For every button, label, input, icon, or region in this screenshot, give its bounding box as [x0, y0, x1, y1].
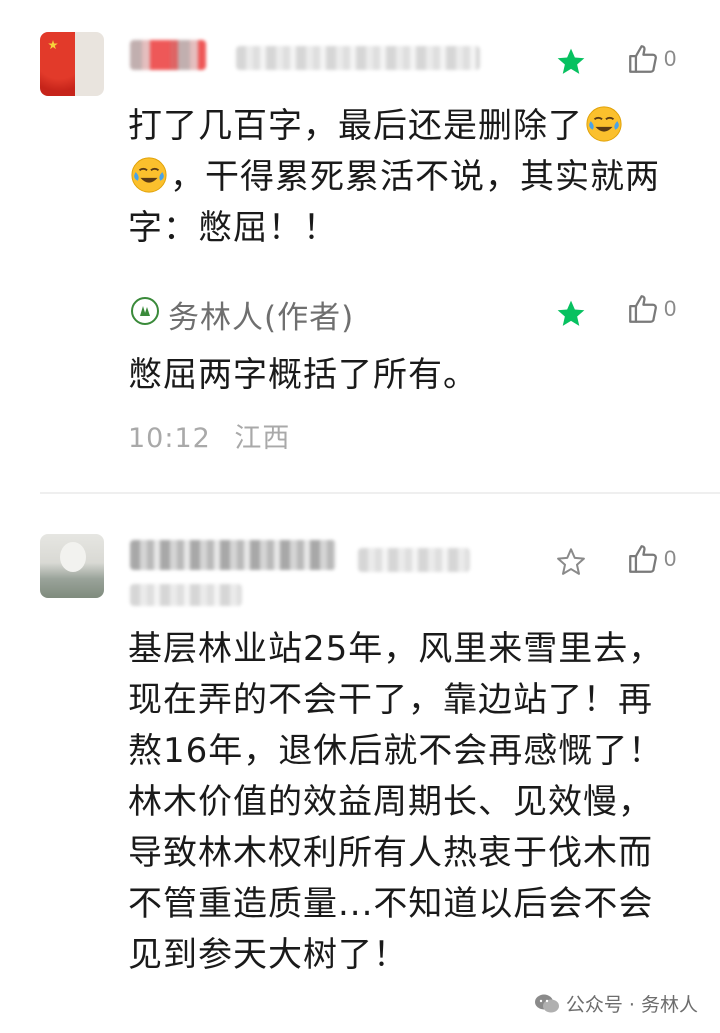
comment-2: 0 基层林业站25年，风里来雪里去，现在弄的不会干了，靠边站了！再熬16年，退休…	[0, 500, 720, 1033]
star-outline-icon	[557, 548, 585, 575]
reply-favorite-button[interactable]	[554, 298, 588, 330]
like-count: 0	[664, 546, 677, 571]
comment-text: 基层林业站25年，风里来雪里去，现在弄的不会干了，靠边站了！再熬16年，退休后就…	[128, 629, 664, 975]
thumbs-up-icon	[629, 295, 657, 323]
like-button[interactable]: 0	[626, 42, 676, 76]
comment-1: 0 打了几百字，最后还是删除了 ，干得累死累活不说，其实就两字：憋屈！！ 务林人(…	[0, 0, 720, 490]
username-blurred[interactable]	[130, 540, 336, 570]
face-with-tears-of-joy-icon	[586, 106, 622, 142]
avatar[interactable]	[40, 32, 104, 96]
author-logo-icon	[131, 297, 159, 325]
comment-text: 打了几百字，最后还是删除了 ，干得累死累活不说，其实就两字：憋屈！！	[128, 106, 660, 248]
divider	[40, 492, 720, 494]
like-button[interactable]: 0	[626, 542, 676, 576]
star-filled-icon	[557, 300, 585, 326]
watermark-text: 公众号 · 务林人	[565, 994, 698, 1016]
favorite-button[interactable]	[554, 46, 588, 78]
reply-text: 憋屈两字概括了所有。	[128, 355, 478, 395]
like-count: 0	[664, 296, 677, 321]
username-blurred[interactable]	[130, 40, 206, 70]
reply-author[interactable]: 务林人(作者)	[168, 292, 354, 337]
thumbs-up-icon	[629, 45, 657, 73]
user-meta-blurred	[130, 584, 242, 606]
comment-meta: 10:12 江西	[128, 416, 290, 455]
comment-location: 江西	[234, 423, 291, 454]
face-with-tears-of-joy-icon	[131, 157, 167, 193]
reply-like-button[interactable]: 0	[626, 292, 676, 326]
user-meta-blurred	[236, 46, 480, 70]
star-filled-icon	[557, 48, 585, 74]
like-count: 0	[664, 46, 677, 71]
wechat-icon	[534, 994, 559, 1012]
thumbs-up-icon	[629, 545, 657, 573]
avatar[interactable]	[40, 534, 104, 598]
watermark: 公众号 · 务林人	[534, 990, 698, 1017]
favorite-button[interactable]	[554, 546, 588, 578]
comment-time: 10:12	[128, 423, 211, 454]
user-meta-blurred	[358, 548, 470, 572]
